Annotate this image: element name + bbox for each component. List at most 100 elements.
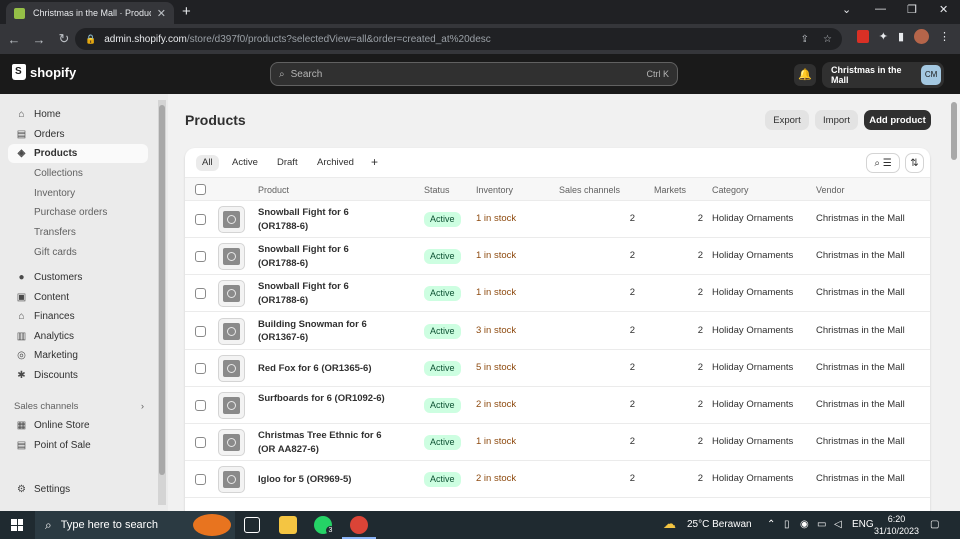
volume-icon[interactable]: ◁ <box>834 519 842 530</box>
weather-text[interactable]: 25°C Berawan <box>687 519 752 530</box>
tray-chevron-up-icon[interactable]: ⌃ <box>767 519 775 530</box>
tray-recording-icon[interactable]: ◉ <box>800 519 809 530</box>
product-name-link[interactable]: Surfboards for 6 (OR1092-6) <box>258 392 388 406</box>
notifications-icon[interactable]: ▢ <box>930 519 939 530</box>
extension-shield-icon[interactable] <box>856 30 869 43</box>
sidebar-subitem-purchase-orders[interactable]: Purchase orders <box>34 207 107 218</box>
sidebar-item-settings[interactable]: ⚙ Settings <box>8 480 148 499</box>
sort-button[interactable]: ⇅ <box>905 153 924 173</box>
table-row[interactable]: Red Fox for 6 (OR1365-6) Active 5 in stock… <box>185 350 930 387</box>
browser-tab[interactable]: Christmas in the Mall · Products ✕ <box>6 2 174 24</box>
row-checkbox[interactable] <box>195 214 206 225</box>
tab-active[interactable]: Active <box>226 155 264 171</box>
taskbar-search-input[interactable]: ⌕ Type here to search <box>35 511 235 539</box>
table-row[interactable]: Snowball Fight for 6 (OR1788-6) Active 1 i… <box>185 275 930 313</box>
global-search-input[interactable]: ⌕ Search Ctrl K <box>270 62 678 86</box>
add-view-icon[interactable]: + <box>371 155 378 169</box>
main-scrollbar[interactable] <box>948 94 960 511</box>
reload-icon[interactable]: ↻ <box>53 31 75 47</box>
sidebar-item-customers[interactable]: ● Customers <box>8 268 148 287</box>
forward-icon[interactable]: → <box>28 32 50 47</box>
sidebar-item-analytics[interactable]: ▥ Analytics <box>8 327 148 346</box>
import-button[interactable]: Import <box>815 110 858 130</box>
add-product-button[interactable]: Add product <box>864 110 931 130</box>
col-vendor[interactable]: Vendor <box>816 185 845 195</box>
product-name-link[interactable]: Igloo for 5 (OR969-5) <box>258 473 388 487</box>
product-thumbnail[interactable] <box>218 466 245 494</box>
col-product[interactable]: Product <box>258 185 289 195</box>
row-checkbox[interactable] <box>195 437 206 449</box>
table-row[interactable]: Snowball Fight for 6 (OR1788-6) Active 1 i… <box>185 201 930 238</box>
sidebar-item-content[interactable]: ▣ Content <box>8 288 148 307</box>
col-inventory[interactable]: Inventory <box>476 185 513 195</box>
task-view-icon[interactable] <box>244 517 260 533</box>
file-explorer-icon[interactable] <box>279 516 297 534</box>
profile-avatar[interactable] <box>914 29 929 44</box>
col-markets[interactable]: Markets <box>654 185 686 195</box>
product-thumbnail[interactable] <box>218 354 245 382</box>
table-row[interactable]: Snowball Fight for 6 (OR1788-6) Active 1 i… <box>185 238 930 276</box>
side-panel-icon[interactable]: ▮ <box>898 30 904 43</box>
row-checkbox[interactable] <box>195 362 206 374</box>
windows-start-icon[interactable] <box>11 519 23 531</box>
sidebar-subitem-collections[interactable]: Collections <box>34 168 83 179</box>
product-thumbnail[interactable] <box>218 280 245 308</box>
product-thumbnail[interactable] <box>218 317 245 345</box>
col-category[interactable]: Category <box>712 185 749 195</box>
sidebar-subitem-gift-cards[interactable]: Gift cards <box>34 247 77 258</box>
product-name-link[interactable]: Snowball Fight for 6 (OR1788-6) <box>258 280 388 307</box>
sidebar-scrollbar[interactable] <box>158 100 166 505</box>
table-row[interactable]: Igloo for 5 (OR969-5) Active 2 in stock 2 2 H… <box>185 461 930 499</box>
table-row[interactable]: Surfboards for 6 (OR1092-6) Active 2 in st… <box>185 387 930 424</box>
select-all-checkbox[interactable] <box>195 184 206 195</box>
row-checkbox[interactable] <box>195 474 206 486</box>
close-tab-icon[interactable]: ✕ <box>157 7 166 20</box>
export-button[interactable]: Export <box>765 110 809 130</box>
close-window-icon[interactable]: ✕ <box>939 3 948 16</box>
chrome-icon[interactable] <box>350 516 368 534</box>
tab-archived[interactable]: Archived <box>311 155 360 171</box>
sidebar-item-home[interactable]: ⌂ Home <box>8 105 148 124</box>
product-thumbnail[interactable] <box>218 429 245 457</box>
product-thumbnail[interactable] <box>218 243 245 271</box>
tab-search-icon[interactable]: ⌄ <box>842 3 851 16</box>
sidebar-item-finances[interactable]: ⌂ Finances <box>8 307 148 326</box>
sidebar-item-marketing[interactable]: ◎ Marketing <box>8 346 148 365</box>
product-name-link[interactable]: Red Fox for 6 (OR1365-6) <box>258 362 388 376</box>
minimize-icon[interactable]: — <box>875 3 886 15</box>
sidebar-subitem-inventory[interactable]: Inventory <box>34 188 75 199</box>
search-filter-button[interactable]: ⌕ ☰ <box>866 153 900 173</box>
row-checkbox[interactable] <box>195 325 206 337</box>
product-name-link[interactable]: Snowball Fight for 6 (OR1788-6) <box>258 243 388 270</box>
col-status[interactable]: Status <box>424 185 450 195</box>
shopify-logo[interactable]: shopify <box>12 64 76 80</box>
back-icon[interactable]: ← <box>3 32 25 47</box>
sidebar-item-online-store[interactable]: ▦ Online Store <box>8 416 148 435</box>
bookmark-star-icon[interactable]: ☆ <box>823 34 832 45</box>
sidebar-item-discounts[interactable]: ✱ Discounts <box>8 366 148 385</box>
share-icon[interactable]: ⇪ <box>801 34 809 45</box>
row-checkbox[interactable] <box>195 251 206 263</box>
restore-icon[interactable]: ❐ <box>907 3 917 16</box>
product-name-link[interactable]: Building Snowman for 6 (OR1367-6) <box>258 318 388 345</box>
main-scrollbar-thumb[interactable] <box>951 102 957 160</box>
table-row[interactable]: Building Snowman for 6 (OR1367-6) Active 3… <box>185 313 930 350</box>
system-clock[interactable]: 6:20 31/10/2023 <box>874 513 919 537</box>
row-checkbox[interactable] <box>195 288 206 300</box>
store-menu-button[interactable]: Christmas in the Mall CM <box>822 62 944 88</box>
col-sales-channels[interactable]: Sales channels <box>559 185 620 195</box>
sidebar-item-point-of-sale[interactable]: ▤ Point of Sale <box>8 436 148 455</box>
tray-app-icon[interactable]: ▯ <box>784 519 790 530</box>
table-row[interactable]: Christmas Tree Ethnic for 6 (OR AA827-6)… <box>185 424 930 462</box>
sidebar-item-orders[interactable]: ▤ Orders <box>8 125 148 144</box>
sidebar-subitem-transfers[interactable]: Transfers <box>34 227 76 238</box>
product-name-link[interactable]: Christmas Tree Ethnic for 6 (OR AA827-6) <box>258 429 388 456</box>
battery-icon[interactable]: ▭ <box>817 519 826 530</box>
sidebar-scrollbar-thumb[interactable] <box>159 105 165 475</box>
product-thumbnail[interactable] <box>218 392 245 419</box>
notifications-bell-icon[interactable]: 🔔 <box>794 64 816 86</box>
product-name-link[interactable]: Snowball Fight for 6 (OR1788-6) <box>258 206 388 233</box>
address-bar[interactable]: 🔒 admin.shopify.com/store/d397f0/product… <box>75 28 842 50</box>
language-indicator[interactable]: ENG <box>852 519 874 530</box>
whatsapp-icon[interactable]: 3 <box>314 516 335 535</box>
